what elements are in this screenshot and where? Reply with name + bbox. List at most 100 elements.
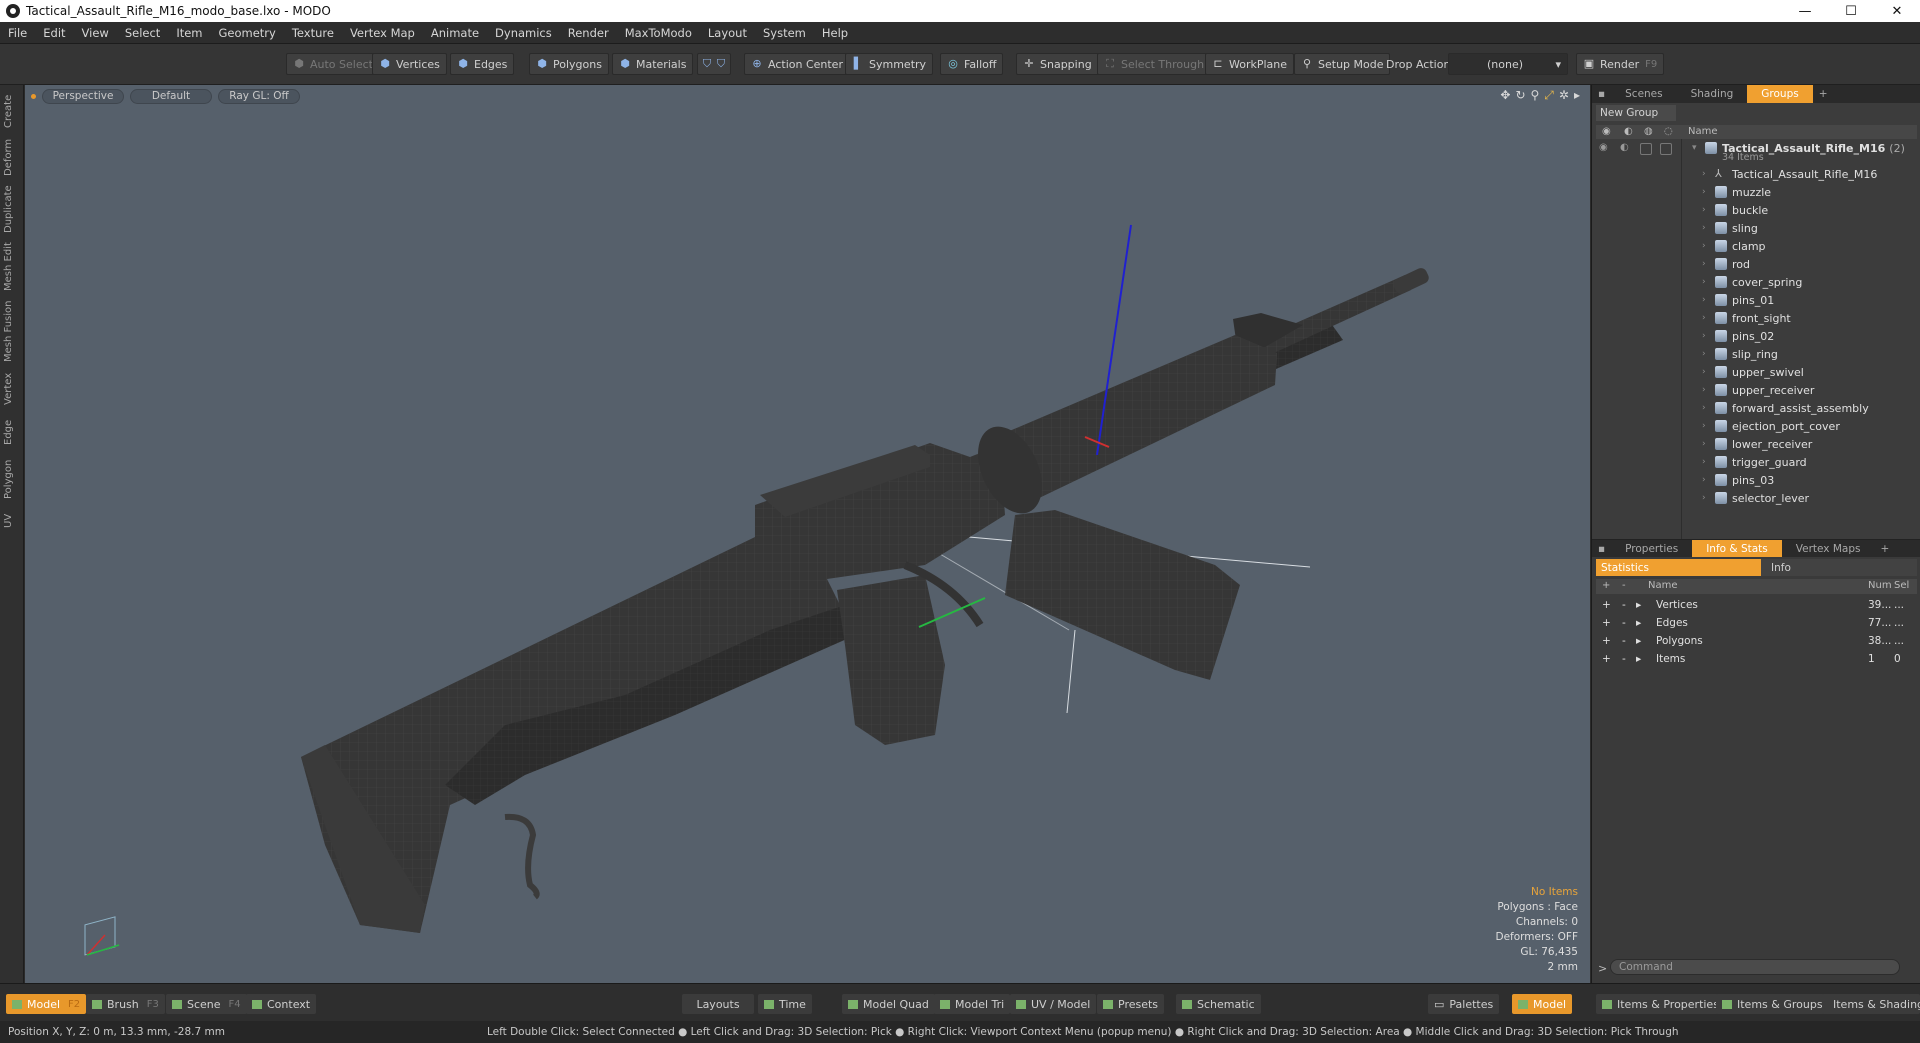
menu-help[interactable]: Help [814, 26, 856, 40]
new-group-button[interactable]: New Group [1596, 105, 1676, 121]
tab-vertex-maps[interactable]: Vertex Maps [1782, 540, 1875, 557]
edges-button[interactable]: ⬢ Edges [450, 53, 515, 75]
list-item[interactable]: › upper_receiver [1702, 381, 1917, 399]
list-item[interactable]: › sling [1702, 219, 1917, 237]
tab-vertex[interactable]: Vertex [3, 369, 21, 409]
presets-button[interactable]: Presets [1097, 994, 1165, 1014]
tab-info-stats[interactable]: Info & Stats [1692, 540, 1782, 557]
tab-mesh-edit[interactable]: Mesh Edit [3, 241, 21, 293]
remove-icon[interactable]: - [1622, 635, 1626, 647]
snapping-button[interactable]: ✛ Snapping [1016, 53, 1099, 75]
items-shading-button[interactable]: Items & Shading [1822, 994, 1920, 1014]
tab-scenes[interactable]: Scenes [1611, 85, 1676, 103]
expand-arrow-icon[interactable]: ▸ [1636, 617, 1641, 629]
3d-viewport[interactable]: Perspective Default Ray GL: Off ✥ ↻ ⚲ ⤢ … [25, 85, 1590, 983]
menu-maxtomodo[interactable]: MaxToModo [617, 26, 700, 40]
list-item[interactable]: › forward_assist_assembly [1702, 399, 1917, 417]
table-row[interactable]: + - ▸ Vertices 39... ... [1596, 597, 1917, 615]
falloff-button[interactable]: ◎ Falloff [940, 53, 1004, 75]
setup-mode-button[interactable]: ⚲ Setup Mode [1294, 53, 1391, 75]
menu-system[interactable]: System [755, 26, 814, 40]
collapse-arrow-icon[interactable]: ▾ [1692, 143, 1702, 153]
list-item[interactable]: › pins_03 [1702, 471, 1917, 489]
symmetry-button[interactable]: ▌ Symmetry [845, 53, 934, 75]
tab-polygon[interactable]: Polygon [3, 455, 21, 503]
vertices-button[interactable]: ⬢ Vertices [372, 53, 447, 75]
uv-model-button[interactable]: UV / Model [1010, 994, 1097, 1014]
table-row[interactable]: + - ▸ Items 1 0 [1596, 651, 1917, 669]
list-item[interactable]: › muzzle [1702, 183, 1917, 201]
table-row[interactable]: + - ▸ Polygons 38... ... [1596, 633, 1917, 651]
items-groups-button[interactable]: Items & Groups [1716, 994, 1829, 1014]
items-properties-button[interactable]: Items & Properties [1596, 994, 1725, 1014]
layouts-button[interactable]: Layouts [682, 994, 754, 1014]
stats-name-column[interactable]: Name [1648, 580, 1678, 591]
menu-texture[interactable]: Texture [284, 26, 342, 40]
add-icon[interactable]: + [1602, 617, 1611, 629]
table-row[interactable]: + - ▸ Edges 77... ... [1596, 615, 1917, 633]
action-center-button[interactable]: ⊕ Action Center [744, 53, 850, 75]
render-button[interactable]: ▣ Render F9 [1576, 53, 1665, 75]
remove-icon[interactable]: - [1622, 653, 1626, 665]
list-item[interactable]: › buckle [1702, 201, 1917, 219]
menu-edit[interactable]: Edit [35, 26, 73, 40]
auto-select-button[interactable]: ⬢ Auto Select [286, 53, 380, 75]
list-item[interactable]: › ejection_port_cover [1702, 417, 1917, 435]
tab-duplicate[interactable]: Duplicate [3, 183, 21, 235]
remove-icon[interactable]: - [1622, 599, 1626, 611]
panel-menu-icon[interactable]: ▪ [1592, 540, 1611, 557]
menu-render[interactable]: Render [560, 26, 617, 40]
command-input[interactable]: Command [1610, 959, 1900, 975]
expand-arrow-icon[interactable]: ▸ [1636, 599, 1641, 611]
list-item[interactable]: › slip_ring [1702, 345, 1917, 363]
list-item[interactable]: › clamp [1702, 237, 1917, 255]
polygons-button[interactable]: ⬢ Polygons [529, 53, 609, 75]
model-tri-button[interactable]: Model Tri [934, 994, 1011, 1014]
select-through-button[interactable]: ⛶ Select Through [1097, 53, 1212, 75]
tab-edge[interactable]: Edge [3, 415, 21, 449]
expand-all-icon[interactable]: + [1602, 580, 1610, 591]
model-layout-button[interactable]: Model [1512, 994, 1573, 1014]
collapse-all-icon[interactable]: - [1622, 580, 1626, 591]
scene-mode-button[interactable]: Scene F4 [166, 994, 247, 1014]
list-item[interactable]: › pins_01 [1702, 291, 1917, 309]
list-item[interactable]: › cover_spring [1702, 273, 1917, 291]
time-layout-button[interactable]: Time [758, 994, 812, 1014]
model-mode-button[interactable]: Model F2 [6, 994, 87, 1014]
tab-mesh-fusion[interactable]: Mesh Fusion [3, 299, 21, 363]
drop-action-select[interactable]: (none) ▾ [1448, 53, 1568, 75]
list-item[interactable]: › upper_swivel [1702, 363, 1917, 381]
tab-properties[interactable]: Properties [1611, 540, 1692, 557]
list-item[interactable]: › lower_receiver [1702, 435, 1917, 453]
list-item[interactable]: › pins_02 [1702, 327, 1917, 345]
expand-arrow-icon[interactable]: ▸ [1636, 653, 1641, 665]
remove-icon[interactable]: - [1622, 617, 1626, 629]
menu-geometry[interactable]: Geometry [211, 26, 284, 40]
component-mode-button[interactable]: ⛉ ⛉ [697, 53, 731, 75]
palettes-button[interactable]: ▭ Palettes [1428, 994, 1500, 1014]
tab-shading[interactable]: Shading [1677, 85, 1748, 103]
menu-item[interactable]: Item [168, 26, 210, 40]
add-tab-button[interactable]: + [1874, 540, 1895, 557]
tab-deform[interactable]: Deform [3, 137, 21, 177]
expand-arrow-icon[interactable]: ▸ [1636, 635, 1641, 647]
menu-select[interactable]: Select [117, 26, 168, 40]
stats-num-column[interactable]: Num [1868, 580, 1892, 591]
add-icon[interactable]: + [1602, 635, 1611, 647]
panel-menu-icon[interactable]: ▪ [1592, 85, 1611, 103]
tab-groups[interactable]: Groups [1747, 85, 1813, 103]
tab-statistics[interactable]: Statistics [1596, 559, 1761, 576]
add-tab-button[interactable]: + [1813, 85, 1834, 103]
minimize-button[interactable]: — [1782, 0, 1828, 22]
close-button[interactable]: ✕ [1874, 0, 1920, 22]
menu-animate[interactable]: Animate [423, 26, 487, 40]
menu-view[interactable]: View [74, 26, 117, 40]
tab-create[interactable]: Create [3, 91, 21, 131]
list-item[interactable]: › trigger_guard [1702, 453, 1917, 471]
list-item[interactable]: › front_sight [1702, 309, 1917, 327]
brush-mode-button[interactable]: Brush F3 [86, 994, 165, 1014]
list-item[interactable]: › ⅄ Tactical_Assault_Rifle_M16 [1702, 165, 1917, 183]
add-icon[interactable]: + [1602, 599, 1611, 611]
context-mode-button[interactable]: Context [246, 994, 317, 1014]
maximize-button[interactable]: ☐ [1828, 0, 1874, 22]
